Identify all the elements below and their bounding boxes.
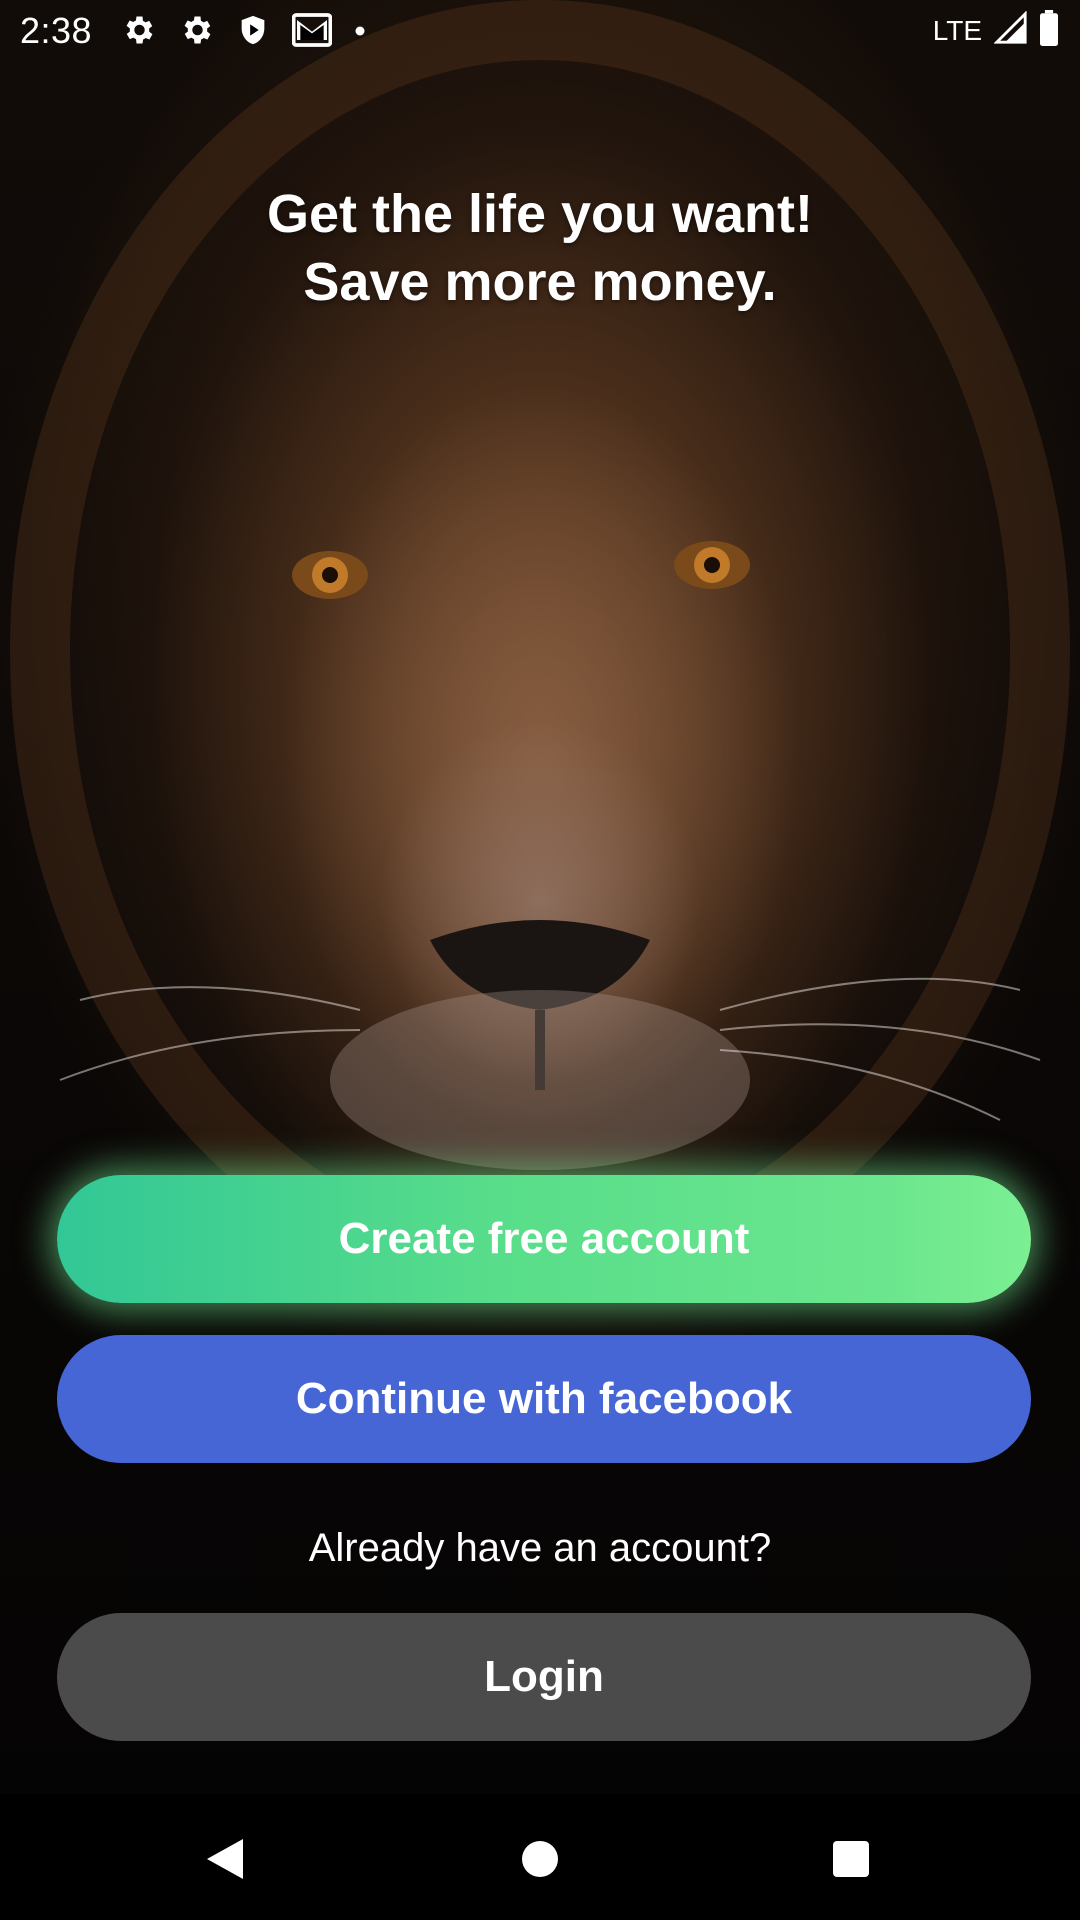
facebook-login-button[interactable]: Continue with facebook: [57, 1335, 1031, 1463]
back-icon[interactable]: [190, 1824, 260, 1894]
notification-dot-icon: [354, 24, 366, 42]
network-type: LTE: [932, 14, 982, 46]
settings-icon: [178, 12, 214, 53]
hero-line-2: Save more money.: [303, 252, 777, 312]
hero-headline: Get the life you want! Save more money.: [0, 180, 1080, 316]
create-account-button[interactable]: Create free account: [57, 1175, 1031, 1303]
status-icons-right: LTE: [933, 10, 1060, 51]
hero-line-1: Get the life you want!: [266, 184, 814, 244]
gmail-icon: [291, 13, 333, 52]
status-icons-left: [120, 12, 366, 53]
status-time: 2:38: [20, 10, 93, 51]
battery-icon: [1038, 10, 1060, 51]
already-have-account-text: Already have an account?: [308, 1526, 772, 1570]
recents-icon[interactable]: [816, 1824, 886, 1894]
status-bar: 2:38 LTE: [0, 0, 1080, 63]
home-icon[interactable]: [505, 1824, 575, 1894]
welcome-screen: 2:38 LTE Get the life you want! Save mor…: [0, 0, 1080, 1920]
navigation-bar: [0, 1794, 1080, 1920]
login-button[interactable]: Login: [57, 1613, 1031, 1741]
shield-icon: [236, 12, 270, 53]
signal-icon: [993, 10, 1028, 50]
settings-icon: [120, 12, 156, 53]
